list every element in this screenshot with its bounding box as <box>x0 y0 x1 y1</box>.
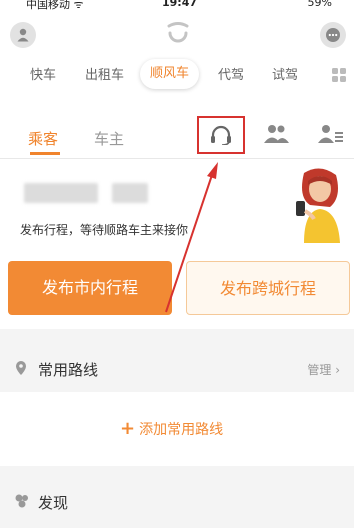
tab-shijia[interactable]: 试驾 <box>272 64 298 83</box>
plus-icon: + <box>120 418 136 439</box>
tab-passenger[interactable]: 乘客 <box>28 128 58 149</box>
blurred-username <box>24 183 98 203</box>
discover-title: 发现 <box>38 494 69 512</box>
person-list-icon[interactable] <box>318 124 344 144</box>
grid-icon[interactable] <box>332 68 346 82</box>
battery-level: 59% <box>307 0 332 9</box>
discover-icon <box>15 494 28 508</box>
carrier-label: 中国移动 ᯤ <box>26 0 84 11</box>
status-time: 19:47 <box>162 0 198 9</box>
chevron-right-icon: › <box>335 363 340 377</box>
customer-service-highlight[interactable] <box>197 116 245 154</box>
woman-with-phone-illustration <box>296 168 340 243</box>
tab-daijia[interactable]: 代驾 <box>218 64 244 83</box>
tab-shunfengche[interactable]: 顺风车 <box>140 59 200 89</box>
discover-header: 发现 <box>0 476 354 526</box>
blurred-username-2 <box>112 183 148 203</box>
message-icon[interactable] <box>320 22 346 48</box>
manage-routes-link[interactable]: 管理 › <box>307 361 340 378</box>
main-card: 发布行程，等待顺路车主来接你 发布市内行程 发布跨城行程 <box>0 159 354 329</box>
top-bar <box>0 12 354 50</box>
routes-header: 常用路线 管理 › <box>0 343 354 393</box>
headset-icon[interactable] <box>210 125 232 145</box>
publish-intercity-trip-button[interactable]: 发布跨城行程 <box>186 261 350 315</box>
routes-title: 常用路线 <box>38 361 99 379</box>
service-tabs: 快车 出租车 顺风车 代驾 试驾 <box>0 50 354 100</box>
people-icon[interactable] <box>264 124 290 144</box>
publish-city-trip-button[interactable]: 发布市内行程 <box>8 261 172 315</box>
add-route-row[interactable]: + 添加常用路线 <box>0 392 354 466</box>
tab-taxi[interactable]: 出租车 <box>85 64 124 83</box>
tab-driver[interactable]: 车主 <box>94 128 124 149</box>
status-bar: 中国移动 ᯤ 19:47 59% <box>0 0 354 12</box>
role-tabs: 乘客 车主 <box>0 100 354 159</box>
publish-hint: 发布行程，等待顺路车主来接你 <box>20 223 189 237</box>
add-route-label: 添加常用路线 <box>139 422 224 438</box>
manage-label: 管理 <box>307 363 332 377</box>
active-tab-indicator <box>30 152 60 155</box>
add-route-button[interactable]: + 添加常用路线 <box>120 418 223 439</box>
user-avatar-icon[interactable] <box>10 22 36 48</box>
location-pin-icon <box>16 361 26 375</box>
tab-kuaiche[interactable]: 快车 <box>30 64 56 83</box>
didi-logo-icon <box>167 22 189 43</box>
